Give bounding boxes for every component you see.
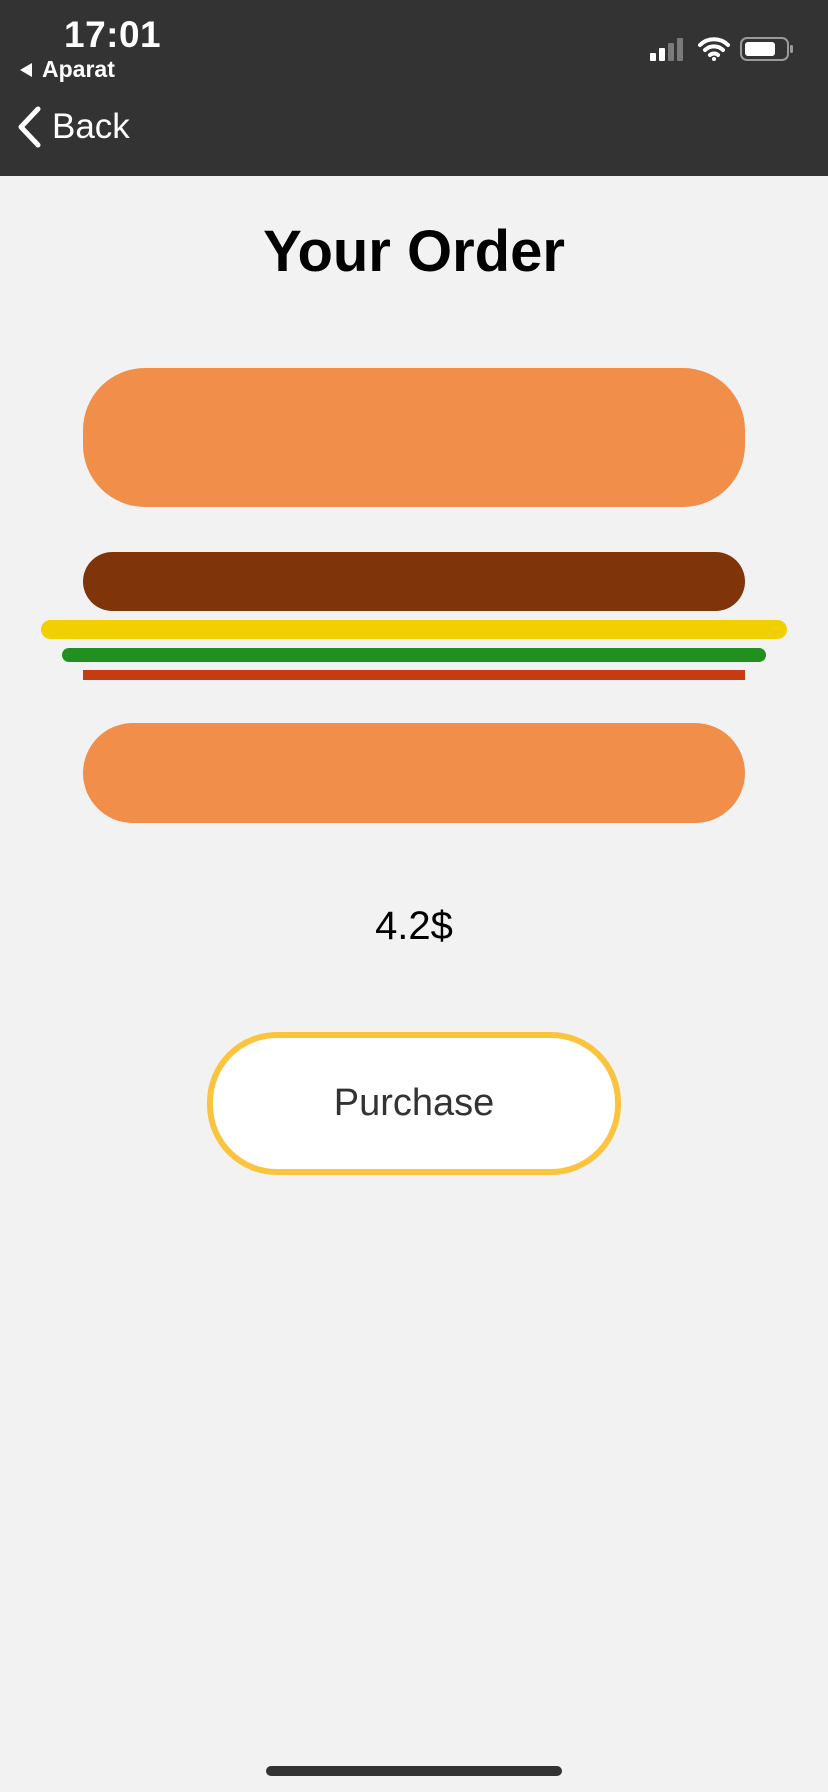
- status-time: 17:01: [64, 14, 162, 55]
- wifi-icon: [698, 37, 730, 61]
- page-title: Your Order: [263, 219, 565, 284]
- back-button-label: Back: [52, 107, 130, 146]
- back-to-app-link[interactable]: Aparat: [20, 56, 115, 83]
- burger-bun-bottom: [83, 723, 745, 823]
- burger-bun-top: [83, 368, 745, 507]
- burger-patty: [83, 552, 745, 611]
- chevron-left-icon: [18, 106, 41, 148]
- order-price: 4.2$: [375, 904, 453, 948]
- back-button[interactable]: Back: [16, 106, 130, 148]
- burger-tomato: [83, 670, 745, 680]
- back-to-app-label: Aparat: [42, 56, 115, 82]
- home-indicator[interactable]: [266, 1766, 562, 1776]
- burger-cheese: [41, 620, 787, 639]
- app-header: 17:01 Aparat Back: [0, 0, 828, 176]
- battery-icon: [740, 37, 793, 61]
- purchase-button[interactable]: Purchase: [207, 1032, 621, 1175]
- signal-icon: [650, 37, 686, 61]
- burger-lettuce: [62, 648, 766, 662]
- back-triangle-icon: [20, 62, 32, 77]
- status-icons: [650, 36, 794, 62]
